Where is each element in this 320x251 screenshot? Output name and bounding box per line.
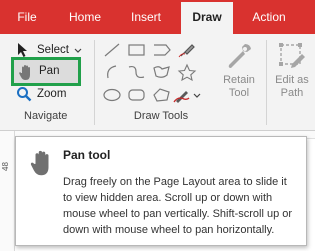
zoom-label: Zoom bbox=[37, 88, 67, 100]
draw-tools-group-label: Draw Tools bbox=[133, 110, 189, 122]
pen-tool-icon[interactable] bbox=[176, 41, 198, 59]
pan-tool-tooltip: Pan tool Drag freely on the Page Layout … bbox=[15, 136, 307, 246]
tab-draw[interactable]: Draw bbox=[181, 2, 233, 34]
chevron-down-icon bbox=[74, 48, 82, 53]
line-tool-icon[interactable] bbox=[101, 41, 123, 59]
ellipse-tool-icon[interactable] bbox=[101, 86, 123, 104]
group-separator bbox=[94, 40, 95, 125]
hand-icon bbox=[19, 65, 30, 80]
ruler-tick-label: 48 bbox=[1, 162, 10, 171]
star-tool-icon[interactable] bbox=[176, 63, 198, 81]
closed-shape-tool-icon[interactable] bbox=[151, 86, 173, 104]
magnifier-icon bbox=[17, 87, 32, 102]
retain-tool-button[interactable]: Retain Tool bbox=[218, 40, 260, 110]
select-arrow-icon bbox=[18, 43, 27, 57]
pan-button[interactable]: Pan bbox=[11, 57, 81, 86]
navigate-group-label: Navigate bbox=[24, 110, 68, 122]
tab-home[interactable]: Home bbox=[58, 0, 112, 34]
retain-tool-label: Retain Tool bbox=[223, 74, 255, 99]
tab-insert[interactable]: Insert bbox=[120, 0, 172, 34]
pan-label: Pan bbox=[39, 65, 60, 77]
hand-icon bbox=[30, 150, 49, 176]
edit-path-icon bbox=[279, 43, 305, 68]
arc-tool-icon[interactable] bbox=[101, 63, 123, 81]
tab-action[interactable]: Action bbox=[244, 0, 294, 34]
edit-as-path-button[interactable]: Edit as Path bbox=[270, 40, 314, 110]
freeform-tool-icon[interactable] bbox=[151, 63, 173, 81]
polyline-tool-icon[interactable] bbox=[151, 41, 173, 59]
rounded-rectangle-tool-icon[interactable] bbox=[126, 86, 148, 104]
rectangle-tool-icon[interactable] bbox=[126, 41, 148, 59]
tooltip-body: Drag freely on the Page Layout area to s… bbox=[63, 176, 293, 236]
ribbon-tab-bar: File Home Insert Draw Action bbox=[0, 0, 315, 34]
curve-tool-icon[interactable] bbox=[126, 63, 148, 81]
group-separator bbox=[266, 40, 267, 125]
tab-file[interactable]: File bbox=[8, 0, 46, 34]
pen-style-dropdown[interactable] bbox=[172, 86, 202, 104]
vertical-ruler: 48 bbox=[0, 131, 15, 251]
tooltip-title: Pan tool bbox=[63, 148, 111, 162]
edit-as-path-label: Edit as Path bbox=[275, 74, 309, 99]
wrench-icon bbox=[228, 44, 251, 68]
